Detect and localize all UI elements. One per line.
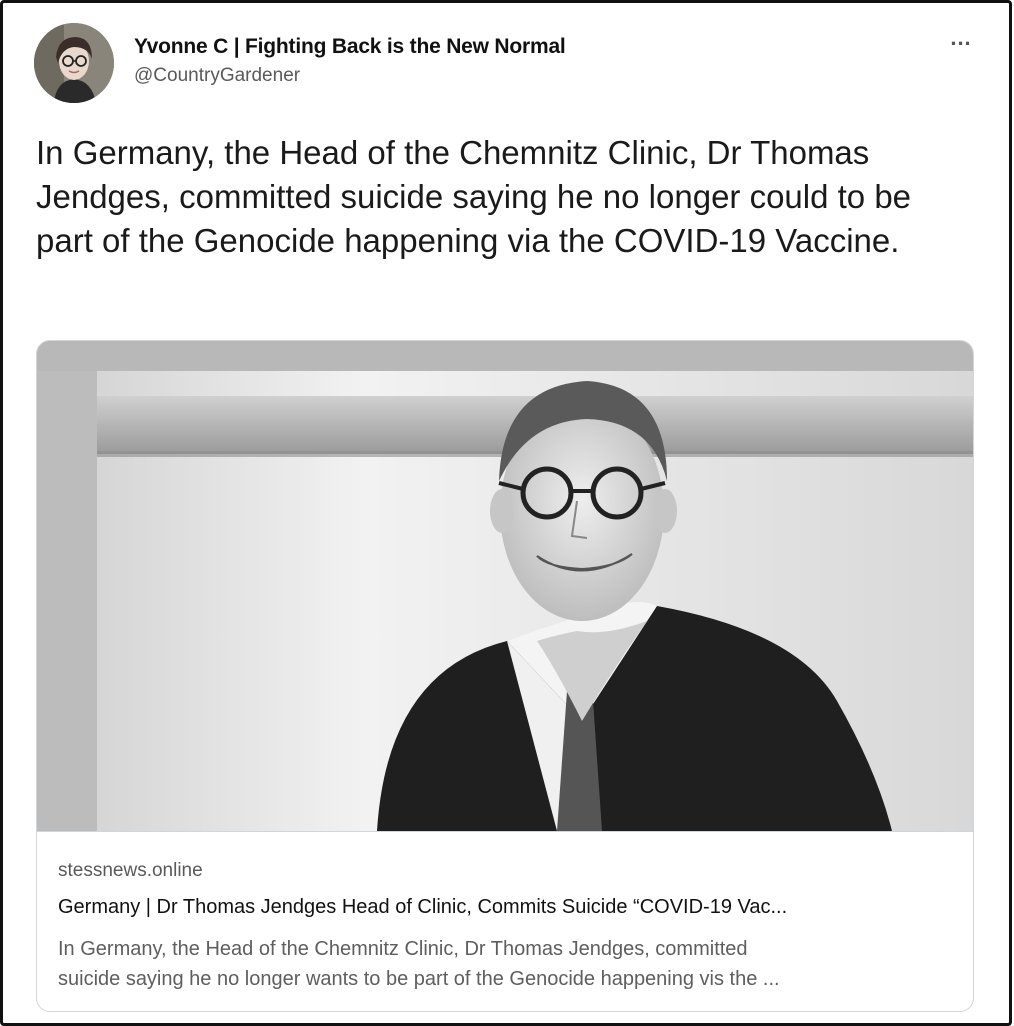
tweet-text: In Germany, the Head of the Chemnitz Cli…: [36, 134, 912, 259]
link-card-title: Germany | Dr Thomas Jendges Head of Clin…: [58, 896, 788, 918]
link-card-meta[interactable]: stessnews.online Germany | Dr Thomas Jen…: [37, 831, 973, 1011]
avatar-photo-icon: [34, 23, 114, 103]
link-card-description-line: suicide saying he no longer wants to be …: [58, 968, 780, 990]
link-preview-card[interactable]: stessnews.online Germany | Dr Thomas Jen…: [36, 340, 974, 1012]
more-icon: ...: [950, 25, 972, 50]
link-card-image[interactable]: [37, 341, 973, 831]
author-display-name[interactable]: Yvonne C | Fighting Back is the New Norm…: [134, 35, 566, 59]
author-handle[interactable]: @CountryGardener: [134, 65, 566, 87]
link-card-description-line: In Germany, the Head of the Chemnitz Cli…: [58, 938, 748, 960]
tweet-container: Yvonne C | Fighting Back is the New Norm…: [0, 0, 1012, 1026]
more-options-button[interactable]: ...: [946, 27, 976, 57]
link-card-description: In Germany, the Head of the Chemnitz Cli…: [58, 934, 958, 994]
portrait-photo-icon: [37, 341, 973, 831]
author-block: Yvonne C | Fighting Back is the New Norm…: [134, 35, 566, 87]
link-card-domain: stessnews.online: [58, 860, 203, 881]
author-avatar[interactable]: [34, 23, 114, 103]
